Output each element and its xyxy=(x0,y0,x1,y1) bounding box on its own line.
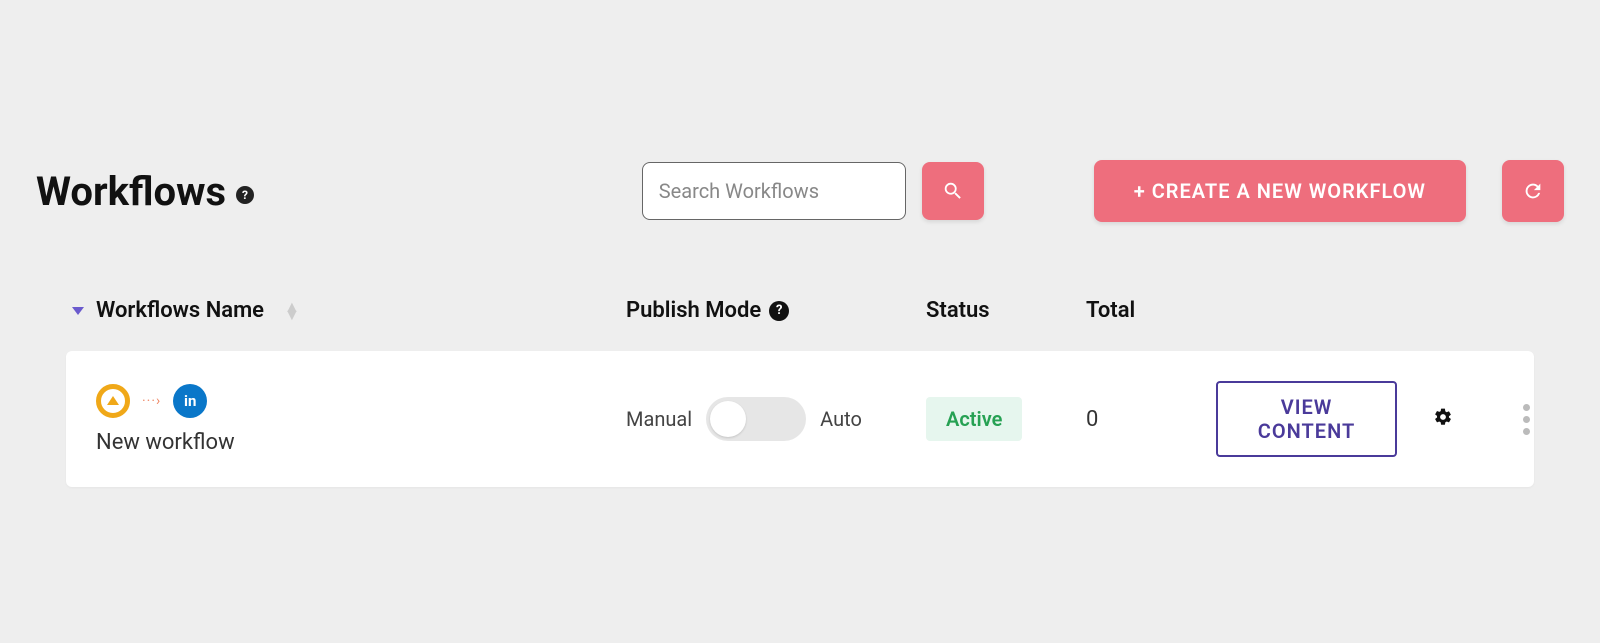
column-name-label: Workflows Name xyxy=(96,298,264,323)
page-title: Workflows xyxy=(36,168,226,215)
gear-icon xyxy=(1433,407,1453,427)
cell-publish-mode: Manual Auto xyxy=(626,397,926,441)
toggle-knob xyxy=(710,401,746,437)
view-content-button[interactable]: VIEW CONTENT xyxy=(1216,381,1397,457)
kebab-dot xyxy=(1523,416,1530,423)
cell-name: ···› in New workflow xyxy=(66,384,626,455)
column-header-status: Status xyxy=(926,298,1086,323)
arrow-icon: ···› xyxy=(142,393,161,409)
help-icon[interactable]: ? xyxy=(236,186,254,204)
table-area: Workflows Name ▲▼ Publish Mode ? Status … xyxy=(36,278,1564,487)
create-workflow-button[interactable]: + CREATE A NEW WORKFLOW xyxy=(1094,160,1466,222)
status-badge: Active xyxy=(926,397,1022,441)
refresh-button[interactable] xyxy=(1502,160,1564,222)
header-row: Workflows ? + CREATE A NEW WORKFLOW xyxy=(36,160,1564,222)
settings-button[interactable] xyxy=(1433,407,1453,432)
search-button[interactable] xyxy=(922,162,984,220)
column-total-label: Total xyxy=(1086,298,1135,323)
workflow-pipeline-icons: ···› in xyxy=(96,384,626,418)
kebab-dot xyxy=(1523,428,1530,435)
filter-caret-icon xyxy=(72,307,84,315)
mode-manual-label: Manual xyxy=(626,407,692,431)
column-status-label: Status xyxy=(926,298,990,323)
destination-app-icon: in xyxy=(173,384,207,418)
cell-actions: VIEW CONTENT xyxy=(1186,381,1534,457)
column-header-total: Total xyxy=(1086,298,1186,323)
sort-icon[interactable]: ▲▼ xyxy=(284,303,300,319)
workflow-name[interactable]: New workflow xyxy=(96,430,626,455)
search-input[interactable] xyxy=(642,162,906,220)
table-row: ···› in New workflow Manual Auto Active … xyxy=(66,351,1534,487)
help-icon[interactable]: ? xyxy=(769,301,789,321)
search-group xyxy=(642,162,984,220)
more-actions-button[interactable] xyxy=(1519,400,1534,439)
page-title-wrap: Workflows ? xyxy=(36,168,254,215)
column-header-name[interactable]: Workflows Name ▲▼ xyxy=(66,298,626,323)
table-header: Workflows Name ▲▼ Publish Mode ? Status … xyxy=(66,278,1534,351)
source-app-icon xyxy=(96,384,130,418)
mode-auto-label: Auto xyxy=(820,407,862,431)
column-header-publish-mode: Publish Mode ? xyxy=(626,298,926,323)
column-mode-label: Publish Mode xyxy=(626,298,761,323)
publish-mode-toggle[interactable] xyxy=(706,397,806,441)
search-icon xyxy=(942,180,964,202)
kebab-dot xyxy=(1523,404,1530,411)
cell-status: Active xyxy=(926,397,1086,441)
cell-total: 0 xyxy=(1086,407,1186,432)
refresh-icon xyxy=(1522,180,1544,202)
